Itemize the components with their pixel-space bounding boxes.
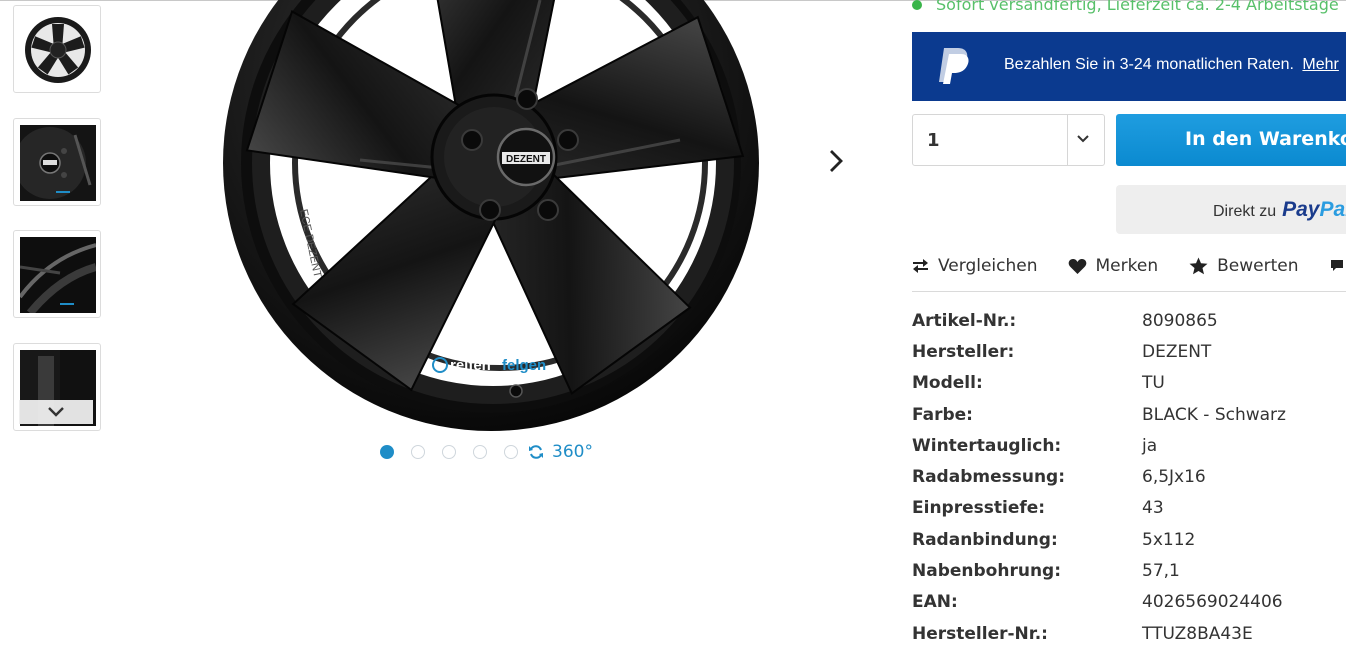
rotate-icon bbox=[529, 445, 543, 459]
property-row: Artikel-Nr.: 8090865 bbox=[912, 305, 1286, 336]
property-value: DEZENT bbox=[1142, 341, 1212, 362]
star-icon bbox=[1189, 257, 1208, 275]
hub-logo-text: DEZENT bbox=[506, 154, 546, 165]
pagination-dot-1[interactable] bbox=[380, 445, 394, 459]
paypal-express-button[interactable]: Direkt zu PayPal bbox=[1116, 185, 1346, 234]
property-row: Hersteller-Nr.: TTUZ8BA43E bbox=[912, 618, 1286, 649]
pagination-dot-3[interactable] bbox=[442, 445, 456, 459]
wheel-closeup-image bbox=[20, 125, 96, 201]
property-label: Hersteller: bbox=[912, 341, 1015, 362]
wishlist-label: Merken bbox=[1095, 256, 1159, 276]
rate-action[interactable]: Bewerten bbox=[1189, 256, 1298, 276]
property-row: Modell: TU bbox=[912, 368, 1286, 399]
property-row: Hersteller: DEZENT bbox=[912, 336, 1286, 367]
comment-icon bbox=[1331, 260, 1344, 271]
actions-divider bbox=[912, 291, 1346, 292]
product-main-image[interactable]: DEZENT ECE DEZENT reifen felgen bbox=[210, 0, 770, 436]
property-label: Nabenbohrung: bbox=[912, 561, 1062, 582]
availability-status: Sofort versandfertig, Lieferzeit ca. 2-4… bbox=[912, 0, 1339, 14]
property-value: 5x112 bbox=[1142, 529, 1196, 550]
pagination-dot-4[interactable] bbox=[473, 445, 487, 459]
add-to-cart-button[interactable]: In den Warenkorb bbox=[1116, 114, 1346, 166]
thumbnail-3[interactable] bbox=[13, 230, 101, 318]
property-value: TTUZ8BA43E bbox=[1142, 623, 1253, 644]
wheel-detail-image bbox=[20, 237, 96, 313]
wheel-image: DEZENT ECE DEZENT reifen felgen bbox=[223, 0, 759, 431]
property-row: Radanbindung: 5x112 bbox=[912, 524, 1286, 555]
property-label: Einpresstiefe: bbox=[912, 498, 1046, 519]
property-value: 57,1 bbox=[1142, 561, 1180, 582]
availability-text: Sofort versandfertig, Lieferzeit ca. 2-4… bbox=[936, 0, 1339, 14]
paypal-wordmark-pay: Pay bbox=[1282, 198, 1320, 221]
property-label: Modell: bbox=[912, 373, 983, 394]
property-label: Farbe: bbox=[912, 404, 973, 425]
chevron-down-icon bbox=[1077, 135, 1089, 143]
pagination-dot-5[interactable] bbox=[504, 445, 518, 459]
wishlist-action[interactable]: Merken bbox=[1068, 256, 1159, 276]
property-value: TU bbox=[1142, 373, 1165, 394]
thumbnail-scroll-down-button[interactable] bbox=[19, 400, 93, 424]
view-360-label: 360° bbox=[552, 442, 593, 462]
property-label: Radanbindung: bbox=[912, 529, 1058, 550]
chevron-down-icon bbox=[48, 407, 64, 417]
watermark-logo: reifen felgen bbox=[432, 357, 546, 374]
quantity-value: 1 bbox=[927, 130, 940, 151]
rate-label: Bewerten bbox=[1217, 256, 1299, 276]
property-value: 43 bbox=[1142, 498, 1164, 519]
paypal-express-label: Direkt zu bbox=[1213, 203, 1277, 220]
comment-action[interactable] bbox=[1330, 259, 1346, 273]
thumbnail-2[interactable] bbox=[13, 118, 101, 206]
property-label: EAN: bbox=[912, 592, 958, 613]
image-pagination: 360° bbox=[380, 442, 593, 462]
quantity-divider bbox=[1067, 115, 1068, 165]
property-row: EAN: 4026569024406 bbox=[912, 587, 1286, 618]
property-row: Wintertauglich: ja bbox=[912, 430, 1286, 461]
property-label: Artikel-Nr.: bbox=[912, 310, 1017, 331]
property-value: 4026569024406 bbox=[1142, 592, 1283, 613]
paypal-more-link[interactable]: Mehr bbox=[1302, 56, 1338, 73]
paypal-wordmark-pal: Pal bbox=[1319, 198, 1346, 221]
paypal-logo-icon bbox=[939, 48, 969, 84]
thumbnail-1[interactable] bbox=[13, 5, 101, 93]
property-value: 6,5Jx16 bbox=[1142, 467, 1206, 488]
next-image-button[interactable] bbox=[822, 146, 850, 176]
quantity-select[interactable]: 1 bbox=[912, 114, 1105, 166]
property-row: Nabenbohrung: 57,1 bbox=[912, 555, 1286, 586]
property-label: Wintertauglich: bbox=[912, 435, 1062, 456]
property-value: BLACK - Schwarz bbox=[1142, 404, 1286, 425]
availability-dot-icon bbox=[912, 0, 922, 10]
compare-action[interactable]: Vergleichen bbox=[912, 256, 1038, 276]
view-360-button[interactable]: 360° bbox=[528, 442, 593, 462]
property-value: ja bbox=[1142, 435, 1158, 456]
property-row: Farbe: BLACK - Schwarz bbox=[912, 399, 1286, 430]
product-actions: Vergleichen Merken Bewerten bbox=[912, 254, 1346, 278]
chevron-right-icon bbox=[830, 150, 843, 172]
paypal-banner-text: Bezahlen Sie in 3-24 monatlichen Raten. bbox=[1004, 56, 1294, 73]
watermark-text-a: reifen bbox=[450, 357, 491, 374]
property-value: 8090865 bbox=[1142, 310, 1218, 331]
property-label: Radabmessung: bbox=[912, 467, 1066, 488]
paypal-installment-banner: Bezahlen Sie in 3-24 monatlichen Raten. … bbox=[912, 32, 1346, 101]
compare-label: Vergleichen bbox=[938, 256, 1038, 276]
property-label: Hersteller-Nr.: bbox=[912, 623, 1048, 644]
product-properties-table: Artikel-Nr.: 8090865 Hersteller: DEZENT Mo… bbox=[912, 305, 1286, 649]
watermark-text-b: felgen bbox=[502, 357, 546, 374]
compare-arrows-icon bbox=[913, 259, 928, 273]
property-row: Radabmessung: 6,5Jx16 bbox=[912, 461, 1286, 492]
heart-icon bbox=[1068, 258, 1086, 274]
wheel-thumbnail-image bbox=[20, 12, 96, 88]
property-row: Einpresstiefe: 43 bbox=[912, 493, 1286, 524]
pagination-dot-2[interactable] bbox=[411, 445, 425, 459]
